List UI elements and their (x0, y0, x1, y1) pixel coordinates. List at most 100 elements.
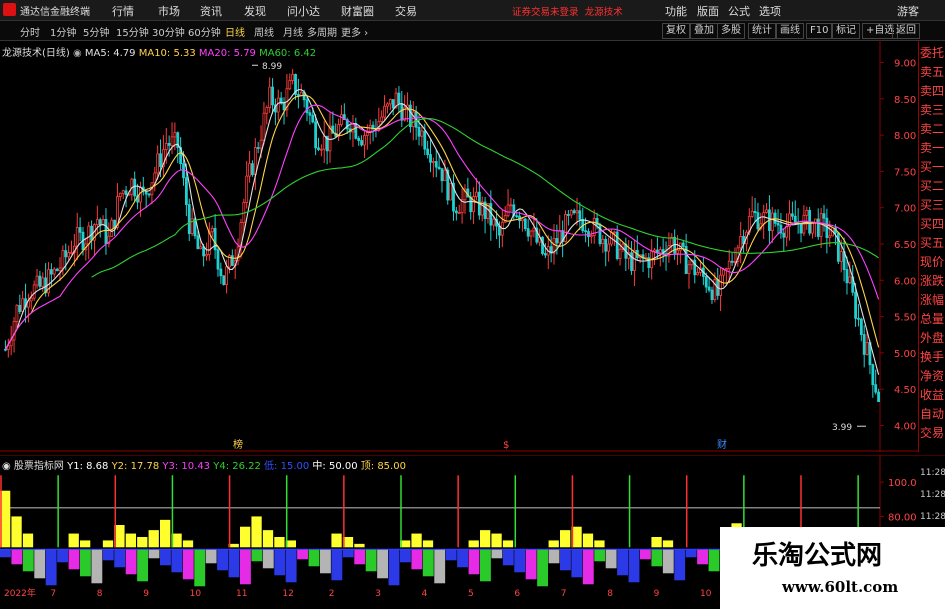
menu-item-5[interactable]: 财富圈 (341, 3, 374, 19)
period-tab-1[interactable]: 1分钟 (50, 24, 76, 39)
candle-body (541, 236, 544, 254)
tool-button-1[interactable]: 叠加 (690, 23, 718, 39)
candle-body (739, 235, 743, 249)
oscillator-bar (651, 549, 663, 567)
x-label-11: 6 (514, 589, 520, 597)
price-chart[interactable]: 9.00 8.50 8.00 7.50 7.00 6.50 6.00 5.50 5.00 4.50… (0, 40, 945, 452)
oscillator-bar (628, 549, 640, 583)
oscillator-bar (411, 549, 423, 570)
side-label-20[interactable]: 交易 (920, 424, 945, 441)
indicator-bar (422, 540, 434, 548)
period-tab-7[interactable]: 周线 (254, 24, 274, 39)
tool-button-6[interactable]: 标记 (832, 23, 860, 39)
period-tab-5[interactable]: 60分钟 (188, 24, 221, 39)
menu-item-4[interactable]: 问小达 (287, 3, 320, 19)
indicator-value-2: Y3: 10.43 (162, 461, 214, 472)
event-marker-2[interactable]: 财 (717, 438, 727, 451)
right-menu-item-3[interactable]: 选项 (759, 3, 781, 19)
candle-body (251, 163, 254, 176)
period-tab-3[interactable]: 15分钟 (116, 24, 149, 39)
tool-button-4[interactable]: 画线 (776, 23, 804, 39)
period-tab-2[interactable]: 5分钟 (83, 24, 109, 39)
event-marker-1[interactable]: $ (503, 440, 509, 451)
indicator-bar (160, 519, 171, 548)
indicator-bar (148, 530, 159, 548)
menu-item-6[interactable]: 交易 (395, 3, 417, 19)
menu-item-1[interactable]: 市场 (158, 3, 180, 19)
settings-icon[interactable]: ◉ (73, 48, 85, 59)
menu-item-2[interactable]: 资讯 (200, 3, 222, 19)
side-label-15: 外盘 (920, 331, 945, 345)
tool-button-0[interactable]: 复权 (662, 23, 690, 39)
candles (4, 68, 880, 403)
oscillator-bar (91, 549, 103, 584)
candle-body (357, 137, 361, 141)
side-label-11: 现价 (920, 255, 945, 269)
candle-body (202, 246, 206, 257)
oscillator-bar (182, 549, 194, 580)
period-tab-0[interactable]: 分时 (20, 24, 40, 39)
candle-body (288, 80, 292, 90)
watermark-title: 乐淘公式网 (752, 541, 883, 571)
indicator-bar (102, 540, 114, 548)
candle-body (848, 276, 852, 284)
right-menu-item-1[interactable]: 版面 (697, 3, 719, 19)
candle-body (386, 103, 389, 107)
candle-body (61, 250, 65, 269)
candle-body (472, 196, 475, 213)
period-tab-9[interactable]: 多周期 (307, 24, 337, 39)
candle-body (443, 169, 447, 182)
right-menu-item-0[interactable]: 功能 (665, 3, 687, 19)
login-alert[interactable]: 证券交易未登录 龙源技术 (512, 4, 623, 18)
candle-body (877, 391, 880, 403)
candle-body (558, 230, 562, 244)
quote-side-panel: 委托 卖五 卖四 卖三 卖二 卖一 买一 买二 买三 买四 买五 现价 涨跌 涨幅 总量 外盘 换手 净资 收益 自动… (918, 41, 945, 452)
ma-label-2: MA20: 5.79 (198, 48, 260, 59)
candle-body (271, 86, 274, 106)
event-marker-0[interactable]: 榜 (233, 438, 243, 451)
period-tab-6[interactable]: 日线 (225, 24, 245, 39)
tool-button-8[interactable]: 返回 (892, 23, 920, 39)
candle-body (434, 161, 438, 168)
oscillator-bar (502, 549, 514, 566)
side-label-19[interactable]: 自动 (920, 405, 945, 422)
low-annotation: 3.99 (832, 423, 852, 433)
tool-button-5[interactable]: F10 (806, 23, 833, 39)
right-menu-item-2[interactable]: 公式 (728, 3, 750, 19)
indicator-bar (480, 530, 491, 548)
title-bar: 通达信金融终端 行情 市场 资讯 发现 问小达 财富圈 交易 证券交易未登录 龙源技术 功能… (0, 0, 945, 21)
oscillator-bar (582, 549, 594, 585)
indicator-title: ◉ 股票指标网 (2, 461, 68, 472)
oscillator-bar (594, 549, 606, 562)
menu-item-0[interactable]: 行情 (112, 3, 134, 19)
candle-body (311, 114, 315, 123)
side-label-9: 买四 (920, 217, 945, 231)
ma-label-0: MA5: 4.79 (84, 48, 139, 59)
oscillator-bar (331, 549, 343, 581)
guest-button[interactable]: 游客 (897, 3, 919, 19)
oscillator-bar (445, 549, 457, 561)
ma10-line (4, 94, 880, 350)
oscillator-bar (377, 549, 388, 579)
candle-body (173, 132, 177, 138)
candle-body (854, 291, 857, 319)
candle-body (569, 210, 573, 216)
candle-body (268, 86, 272, 108)
candle-body (696, 272, 700, 276)
tool-button-3[interactable]: 统计 (748, 23, 776, 39)
oscillator-bar (468, 549, 480, 575)
candle-body (147, 193, 151, 196)
candle-body (509, 204, 513, 207)
period-tab-10[interactable]: 更多 › (341, 24, 368, 39)
period-tab-8[interactable]: 月线 (283, 24, 303, 39)
period-tab-4[interactable]: 30分钟 (152, 24, 185, 39)
candle-body (791, 213, 794, 217)
watermark: 乐淘公式网 www.60lt.com (720, 527, 945, 609)
tool-button-2[interactable]: 多股 (717, 23, 745, 39)
candle-body (521, 218, 524, 222)
oscillator-bar (434, 549, 446, 584)
menu-item-3[interactable]: 发现 (244, 3, 266, 19)
candle-body (681, 242, 685, 247)
candle-body (523, 218, 527, 230)
x-label-3: 9 (143, 589, 149, 597)
